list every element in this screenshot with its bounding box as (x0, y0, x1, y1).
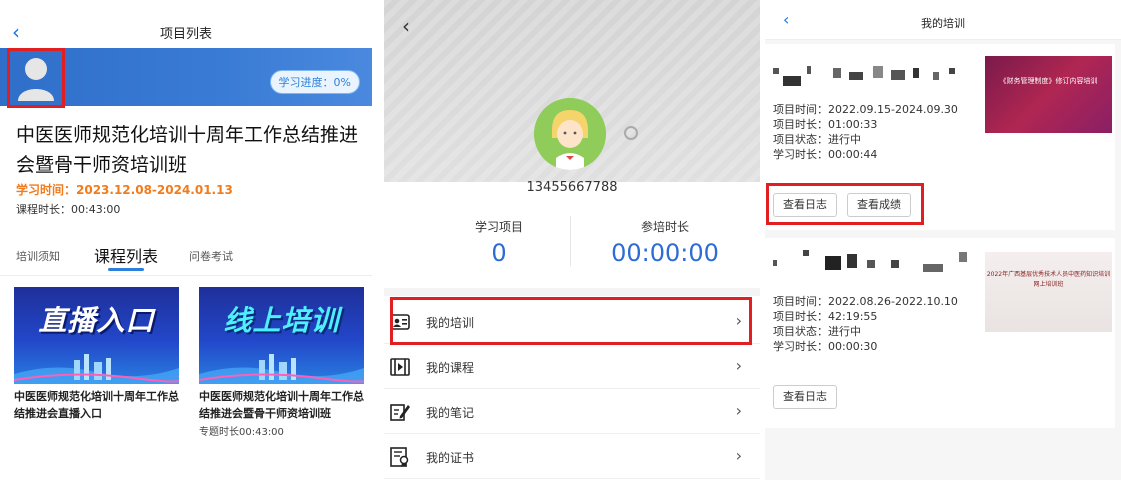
chevron-right-icon: › (735, 356, 742, 375)
avatar[interactable] (7, 48, 65, 108)
course-thumbnail: 直播入口 (14, 287, 179, 384)
training-info: 项目时间：2022.09.15-2024.09.30 项目时长：01:00:33… (773, 102, 958, 162)
thumbnail-text: 2022年广西基层优秀技术人员中医药知识培训网上培训班 (986, 271, 1111, 288)
profile-screen: ‹ 13455667788 学习项目 0 参培时长 00:00:00 我的培训 (384, 0, 760, 480)
thumbnail-text: 《财务管理制度》修订内容培训 (999, 77, 1098, 85)
training-thumbnail: 2022年广西基层优秀技术人员中医药知识培训网上培训班 (985, 252, 1112, 332)
menu-item-my-notes[interactable]: 我的笔记 › (384, 390, 760, 434)
chevron-right-icon: › (735, 401, 742, 420)
stat-value: 0 (491, 239, 507, 267)
tab-survey[interactable]: 问卷考试 (189, 248, 233, 264)
project-status: 项目状态：进行中 (773, 133, 861, 146)
tab-notice[interactable]: 培训须知 (16, 248, 60, 264)
tab-indicator (108, 268, 144, 271)
my-training-screen: ‹ 我的培训 《财务管理制度》修订内容培训 项目时间：2022.09.15-20… (765, 0, 1121, 480)
city-skyline-icon (14, 354, 179, 384)
training-thumbnail: 《财务管理制度》修订内容培训 (985, 56, 1112, 133)
certificate-icon (390, 447, 409, 467)
study-duration: 学习时长：00:00:44 (773, 148, 878, 161)
page-title: 我的培训 (921, 17, 965, 30)
stat-value: 00:00:00 (611, 239, 719, 267)
menu-item-my-certificates[interactable]: 我的证书 › (384, 435, 760, 479)
redacted-title (773, 246, 973, 276)
study-time: 学习时间：2023.12.08-2024.01.13 (16, 183, 233, 197)
stat-duration: 参培时长 00:00:00 (580, 218, 750, 267)
avatar[interactable] (534, 98, 606, 170)
menu-item-label: 我的证书 (426, 451, 475, 465)
divider (384, 288, 760, 296)
cartoon-avatar-icon (534, 98, 606, 170)
course-thumbnail: 线上培训 (199, 287, 364, 384)
project-time: 项目时间：2022.09.15-2024.09.30 (773, 103, 958, 116)
decorative-ring (624, 126, 638, 140)
user-avatar-icon (18, 58, 54, 101)
thumbnail-text: 直播入口 (38, 304, 155, 337)
menu-item-label: 我的课程 (426, 361, 475, 375)
course-title: 中医医师规范化培训十周年工作总结推进会暨骨干师资培训班 (199, 390, 364, 420)
highlight-box (390, 297, 752, 345)
progress-badge: 学习进度：0% (269, 70, 360, 94)
course-duration: 课程时长：00:43:00 (16, 203, 121, 216)
page-title: 项目列表 (159, 27, 212, 42)
study-duration: 学习时长：00:00:30 (773, 340, 878, 353)
chevron-right-icon: › (735, 446, 742, 465)
course-card[interactable]: 直播入口 中医医师规范化培训十周年工作总结推进会直播入口 (14, 287, 179, 422)
highlight-box (766, 183, 924, 225)
course-card[interactable]: 线上培训 中医医师规范化培训十周年工作总结推进会暨骨干师资培训班 专题时长00:… (199, 287, 364, 438)
stat-label: 参培时长 (640, 220, 689, 234)
menu-item-label: 我的笔记 (426, 406, 475, 420)
project-list-screen: ‹ 项目列表 学习进度：0% 中医医师规范化培训十周年工作总结推进会暨骨干师资培… (0, 0, 372, 480)
tab-bar: 培训须知 课程列表 问卷考试 (0, 240, 372, 276)
project-duration: 项目时长：42:19:55 (773, 310, 878, 323)
stat-label: 学习项目 (474, 220, 523, 234)
thumbnail-text: 线上培训 (223, 304, 340, 337)
menu-item-my-courses[interactable]: 我的课程 › (384, 345, 760, 389)
tab-course-list[interactable]: 课程列表 (94, 243, 158, 267)
project-status: 项目状态：进行中 (773, 325, 861, 338)
course-title: 中医医师规范化培训十周年工作总结推进会直播入口 (14, 390, 179, 420)
course-icon (390, 358, 410, 376)
city-skyline-icon (199, 354, 364, 384)
note-icon (390, 404, 410, 421)
training-info: 项目时间：2022.08.26-2022.10.10 项目时长：42:19:55… (773, 294, 958, 354)
phone-number: 13455667788 (526, 180, 618, 195)
view-log-button[interactable]: 查看日志 (773, 385, 837, 409)
project-time: 项目时间：2022.08.26-2022.10.10 (773, 295, 958, 308)
course-duration: 专题时长00:43:00 (199, 427, 284, 438)
back-icon[interactable]: ‹ (402, 16, 410, 36)
project-title: 中医医师规范化培训十周年工作总结推进会暨骨干师资培训班 (16, 124, 359, 176)
divider (570, 216, 571, 266)
project-duration: 项目时长：01:00:33 (773, 118, 878, 131)
redacted-title (773, 58, 973, 88)
stat-projects: 学习项目 0 (414, 218, 584, 267)
